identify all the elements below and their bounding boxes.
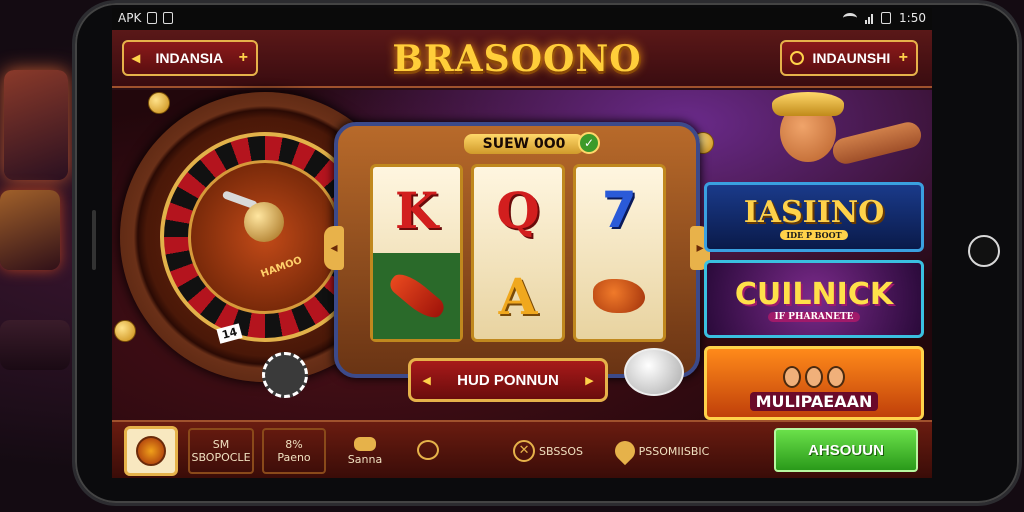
game-main-area: HAMOO 14 SUEW 0O0 ✓ ◂ ▸ K Q A 7 ◂ HUD PO… <box>112 90 932 420</box>
primary-action-button[interactable]: AHSOUUN <box>774 428 918 472</box>
nav-item-label: SBOPOCLE <box>191 451 251 464</box>
wifi-icon <box>843 13 858 23</box>
slot-reel: K <box>370 164 464 342</box>
mascot-character <box>762 90 924 180</box>
slot-machine: SUEW 0O0 ✓ ◂ ▸ K Q A 7 <box>324 122 710 378</box>
promo-card-subtitle: IDE P BOOT <box>780 229 848 240</box>
bottom-navigation: SM SBOPOCLE 8% Paeno Sanna ✕ SBSSOS PSSO… <box>112 420 932 478</box>
arrow-right-icon: ▸ <box>585 372 593 389</box>
mascot-arm <box>830 119 924 167</box>
game-header: ◂ INDANSIA + BRASOONO INDAUNSHI + <box>112 30 932 88</box>
game-logo-title: BRASOONO <box>392 38 642 80</box>
nav-item-bonus[interactable]: 8% Paeno <box>262 428 326 474</box>
status-bar: APK 1:50 <box>112 8 932 30</box>
nav-item-label: Sanna <box>347 452 383 466</box>
profile-avatar-button[interactable] <box>124 426 178 476</box>
background-slot-machine <box>0 320 70 370</box>
nav-item-label: PSSOMIISBIC <box>638 444 710 458</box>
region-button-right[interactable]: INDAUNSHI + <box>780 40 918 76</box>
slot-reel: 7 <box>572 164 666 342</box>
casino-chip-icon <box>262 352 308 398</box>
plus-icon: + <box>238 49 248 66</box>
gold-coin-icon <box>114 320 136 342</box>
download-icon <box>163 12 174 24</box>
promo-card-quick[interactable]: CUILNICK IF PHARANETE <box>704 260 924 338</box>
promo-card-subtitle: IF PHARANETE <box>768 311 860 322</box>
nav-item-balance[interactable]: SM SBOPOCLE <box>188 428 254 474</box>
status-time: 1:50 <box>899 11 926 25</box>
nav-item-hand[interactable]: Sanna <box>338 428 392 474</box>
phone-side-button[interactable] <box>92 210 96 270</box>
nav-item-value: 8% <box>285 438 303 451</box>
character-face-icon <box>827 366 845 388</box>
character-face-icon <box>783 366 801 388</box>
silver-chip-icon <box>624 348 684 396</box>
hand-icon <box>354 436 376 451</box>
promo-card-casino[interactable]: IASIINO IDE P BOOT <box>704 182 924 252</box>
background-slot-machine <box>0 190 60 270</box>
status-apk-label: APK <box>118 11 142 25</box>
phone-home-button[interactable] <box>968 235 1000 267</box>
reel-symbol-q: Q <box>496 180 540 240</box>
game-screen: APK 1:50 ◂ INDANSIA + BRASOONO INDAUNSHI… <box>112 8 932 478</box>
region-button-left-label: INDANSIA <box>155 50 224 66</box>
slot-reel: Q A <box>471 164 565 342</box>
character-group <box>783 366 845 388</box>
promo-card-title: IASIINO <box>743 194 885 230</box>
region-button-left[interactable]: ◂ INDANSIA + <box>122 40 258 76</box>
reel-symbol-k: K <box>394 180 439 240</box>
signal-icon <box>865 13 874 24</box>
fruit-icon <box>593 279 646 313</box>
game-emblem-icon <box>136 436 166 466</box>
slot-title: SUEW 0O0 <box>464 134 584 154</box>
slot-left-arrow-button[interactable]: ◂ <box>324 226 344 270</box>
nav-item-label: Paeno <box>277 451 311 464</box>
nav-item-value: SM <box>212 438 230 451</box>
coin-icon <box>790 51 804 65</box>
reel-symbol-seven: 7 <box>601 181 637 239</box>
check-icon: ✓ <box>578 132 600 154</box>
reel-symbol-cell <box>576 253 663 339</box>
nav-item-score[interactable]: ✕ SBSSOS <box>498 428 598 474</box>
battery-icon <box>881 12 892 24</box>
moneybag-icon <box>417 440 439 460</box>
promo-card-title: MULIPAEAAN <box>749 392 879 411</box>
slot-reels: K Q A 7 <box>370 164 666 342</box>
promo-card-title: CUILNICK <box>734 276 894 312</box>
gold-coin-icon <box>148 92 170 114</box>
background-slot-machine <box>4 70 68 180</box>
nav-item-bag[interactable] <box>408 428 448 474</box>
character-face-icon <box>805 366 823 388</box>
spin-button[interactable]: ◂ HUD PONNUN ▸ <box>408 358 608 402</box>
chili-pepper-icon <box>385 267 448 325</box>
reel-symbol-cell <box>373 253 461 339</box>
mascot-helmet <box>772 92 844 116</box>
plus-icon: + <box>898 49 908 66</box>
nav-item-label: SBSSOS <box>539 444 583 458</box>
arrow-left-icon: ◂ <box>423 372 431 389</box>
region-button-right-label: INDAUNSHI <box>812 50 891 66</box>
reel-symbol-a: A <box>498 266 538 326</box>
roulette-hub <box>244 202 284 242</box>
close-circle-icon: ✕ <box>513 440 536 462</box>
spin-button-label: HUD PONNUN <box>457 371 559 389</box>
nav-item-location[interactable]: PSSOMIISBIC <box>602 428 722 474</box>
arrow-left-icon: ◂ <box>132 50 141 67</box>
promo-card-multiplayer[interactable]: MULIPAEAAN <box>704 346 924 420</box>
location-pin-icon <box>610 436 639 466</box>
notification-icon <box>147 12 158 24</box>
